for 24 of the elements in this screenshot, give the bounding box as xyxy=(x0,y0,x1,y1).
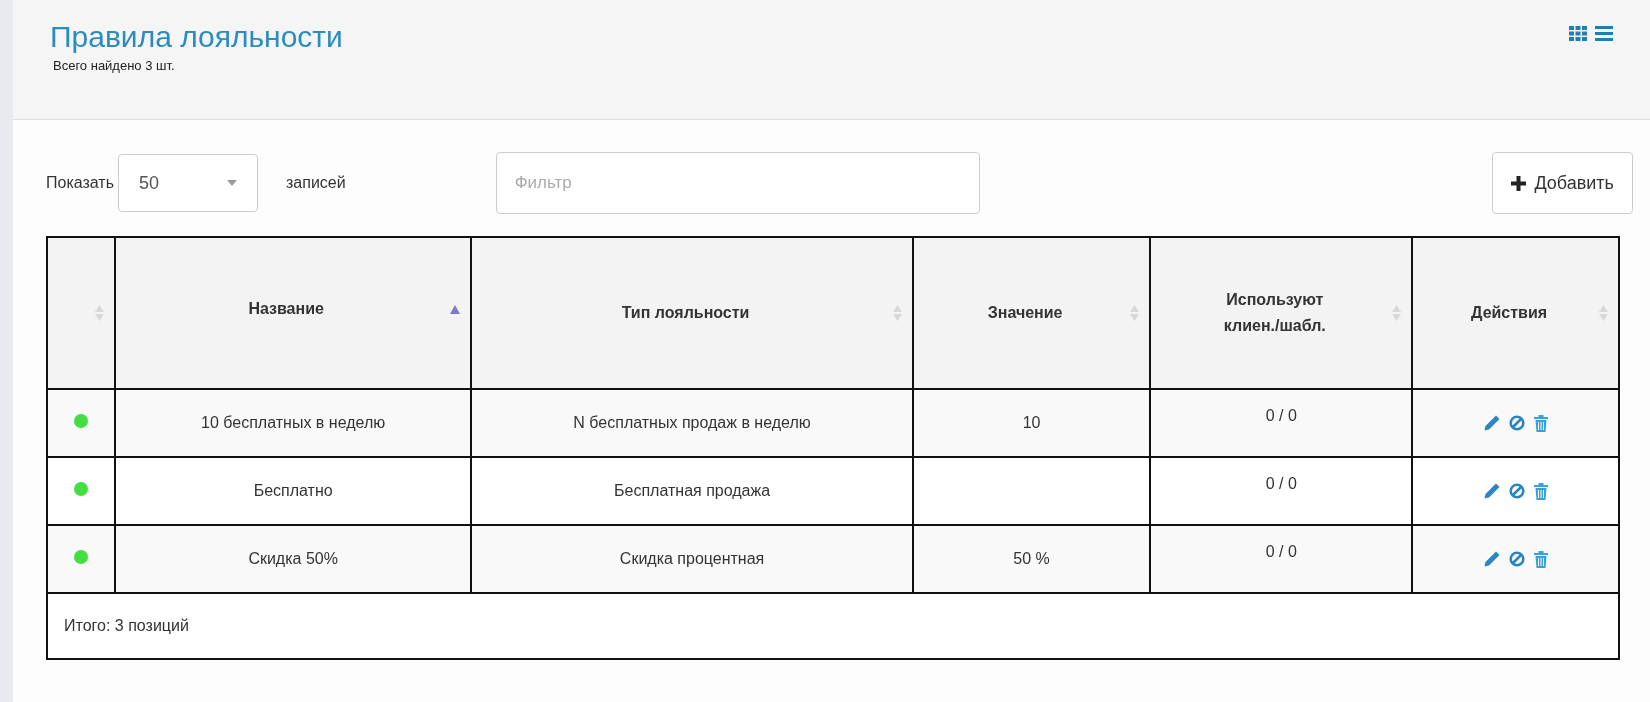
table-cell: 0 / 0 xyxy=(1265,475,1297,492)
total-summary: Итого: 3 позиций xyxy=(47,593,1619,659)
page-size-select[interactable]: 50 xyxy=(118,154,258,212)
records-label: записей xyxy=(286,173,346,193)
table-cell: 0 / 0 xyxy=(1265,543,1297,560)
table-cell: 10 xyxy=(1022,414,1041,431)
column-header[interactable]: Тип лояльности xyxy=(621,300,750,326)
column-header[interactable]: Используют клиен./шабл. xyxy=(1199,287,1350,339)
table-cell: 50 % xyxy=(1013,550,1050,567)
table-cell: Бесплатная продажа xyxy=(614,482,771,499)
column-header[interactable]: Действия xyxy=(1471,300,1548,326)
page-title: Правила лояльности xyxy=(50,20,343,54)
table-cell: Скидка процентная xyxy=(619,550,765,567)
add-button[interactable]: Добавить xyxy=(1492,152,1633,214)
table-cell: Скидка 50% xyxy=(248,550,338,567)
filter-field[interactable]: Фильтр xyxy=(495,152,980,214)
result-count: Всего найдено 3 шт. xyxy=(53,57,176,75)
show-label: Показать xyxy=(46,173,114,193)
table-cell: N бесплатных продаж в неделю xyxy=(573,414,811,431)
column-header[interactable]: Название xyxy=(248,296,324,322)
column-header[interactable]: Значение xyxy=(987,300,1063,326)
table-cell: 0 / 0 xyxy=(1265,407,1297,424)
table-cell: 10 бесплатных в неделю xyxy=(201,414,386,431)
table-cell: Бесплатно xyxy=(253,482,333,499)
